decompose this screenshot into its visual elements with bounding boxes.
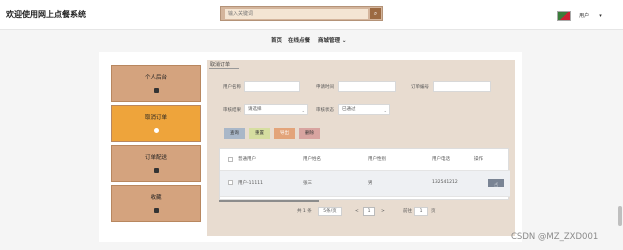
audit-result-value: 请选择 bbox=[248, 107, 262, 112]
sidebar-item-cancel-order[interactable]: 取消订单 bbox=[111, 105, 201, 142]
user-label: 用户 bbox=[579, 13, 590, 19]
chevron-down-icon: ⌄ bbox=[301, 108, 305, 113]
chevron-down-icon: ⌄ bbox=[383, 108, 387, 113]
next-page-button[interactable]: > bbox=[381, 207, 385, 216]
column-header: 用户电话 bbox=[432, 157, 450, 162]
lock-icon bbox=[153, 168, 159, 173]
table-horizontal-scrollbar[interactable] bbox=[219, 200, 319, 202]
main-panel: 取消订单 用户名称 申请时间 订单编号 审核结果 请选择 ⌄ 审核状态 已通过 … bbox=[207, 60, 515, 236]
lock-icon bbox=[153, 208, 159, 213]
page-vertical-scrollbar[interactable] bbox=[618, 206, 622, 226]
row-checkbox[interactable] bbox=[228, 180, 233, 185]
goto-label: 前往 bbox=[403, 209, 412, 214]
cell-phone: 132541212 bbox=[432, 180, 458, 185]
avatar bbox=[557, 10, 571, 21]
app-title: 欢迎使用网上点餐系统 bbox=[6, 10, 86, 19]
export-button[interactable]: 导出 bbox=[274, 128, 295, 139]
page-unit-label: 页 bbox=[431, 209, 436, 214]
column-header: 用户性别 bbox=[368, 157, 386, 162]
page-size-select[interactable]: 5条/页 bbox=[318, 207, 342, 216]
audit-result-select[interactable]: 请选择 ⌄ bbox=[244, 104, 308, 115]
dot-icon bbox=[153, 128, 159, 133]
table-row: 用户-11111 张三 男 132541212 ☝ bbox=[220, 171, 510, 196]
sidebar-item-label: 订单配送 bbox=[144, 155, 167, 161]
sidebar: 个人后台 取消订单 订单配送 收藏 bbox=[111, 65, 201, 225]
cell-account: 用户-11111 bbox=[238, 181, 263, 186]
sidebar-item-favorites[interactable]: 收藏 bbox=[111, 185, 201, 222]
sidebar-item-personal-backend[interactable]: 个人后台 bbox=[111, 65, 201, 102]
nav-item-mall-management[interactable]: 商城管理 ⌄ bbox=[318, 36, 347, 44]
cell-name: 张三 bbox=[303, 181, 312, 186]
current-page[interactable]: 1 bbox=[363, 207, 375, 216]
chevron-down-icon: ▾ bbox=[599, 12, 602, 19]
audit-result-label: 审核结果 bbox=[223, 108, 241, 113]
sidebar-item-label: 收藏 bbox=[150, 195, 162, 201]
audit-status-label: 审核状态 bbox=[316, 108, 334, 113]
column-header: 用户姓名 bbox=[303, 157, 321, 162]
apply-date-label: 申请时间 bbox=[316, 85, 334, 90]
order-number-input[interactable] bbox=[433, 81, 491, 92]
pointer-cursor-icon: ☝ bbox=[494, 181, 499, 189]
user-menu[interactable]: 用户 ▾ bbox=[557, 5, 602, 21]
goto-page-input[interactable]: 1 bbox=[414, 207, 428, 216]
apply-date-input[interactable] bbox=[338, 81, 396, 92]
row-divider bbox=[220, 196, 510, 197]
page-size-value: 5条/页 bbox=[323, 209, 337, 214]
main-nav: 首页 在线点餐 商城管理 ⌄ bbox=[0, 30, 623, 48]
reset-button[interactable]: 重置 bbox=[249, 128, 270, 139]
search-box: ⌕ bbox=[220, 6, 383, 21]
nav-item-home[interactable]: 首页 bbox=[271, 36, 282, 44]
search-icon[interactable]: ⌕ bbox=[370, 8, 381, 19]
order-number-label: 订单编号 bbox=[411, 85, 429, 90]
audit-status-select[interactable]: 已通过 ⌄ bbox=[338, 104, 390, 115]
audit-status-value: 已通过 bbox=[342, 107, 356, 112]
lock-icon bbox=[153, 88, 159, 93]
column-header: 普通用户 bbox=[238, 157, 256, 162]
total-count: 共 1 条 bbox=[297, 209, 312, 214]
username-input[interactable] bbox=[244, 81, 300, 92]
column-header: 操作 bbox=[474, 157, 483, 162]
sidebar-item-order-delivery[interactable]: 订单配送 bbox=[111, 145, 201, 182]
username-label: 用户名称 bbox=[223, 85, 241, 90]
sidebar-item-label: 个人后台 bbox=[144, 75, 167, 81]
sidebar-item-label: 取消订单 bbox=[144, 115, 167, 121]
cell-gender: 男 bbox=[368, 181, 373, 186]
top-bar: 欢迎使用网上点餐系统 ⌕ 用户 ▾ bbox=[0, 0, 623, 30]
watermark: CSDN @MZ_ZXD001 bbox=[511, 232, 599, 242]
title-divider bbox=[209, 68, 239, 69]
select-all-checkbox[interactable] bbox=[228, 157, 233, 162]
delete-button[interactable]: 删除 bbox=[299, 128, 320, 139]
search-input[interactable] bbox=[225, 9, 368, 19]
user-table: 普通用户 用户姓名 用户性别 用户电话 操作 用户-11111 张三 男 132… bbox=[219, 148, 510, 200]
prev-page-button[interactable]: < bbox=[355, 207, 359, 216]
search-button[interactable]: 查询 bbox=[224, 128, 245, 139]
nav-item-online-order[interactable]: 在线点餐 bbox=[288, 36, 310, 44]
panel-title: 取消订单 bbox=[210, 62, 231, 68]
